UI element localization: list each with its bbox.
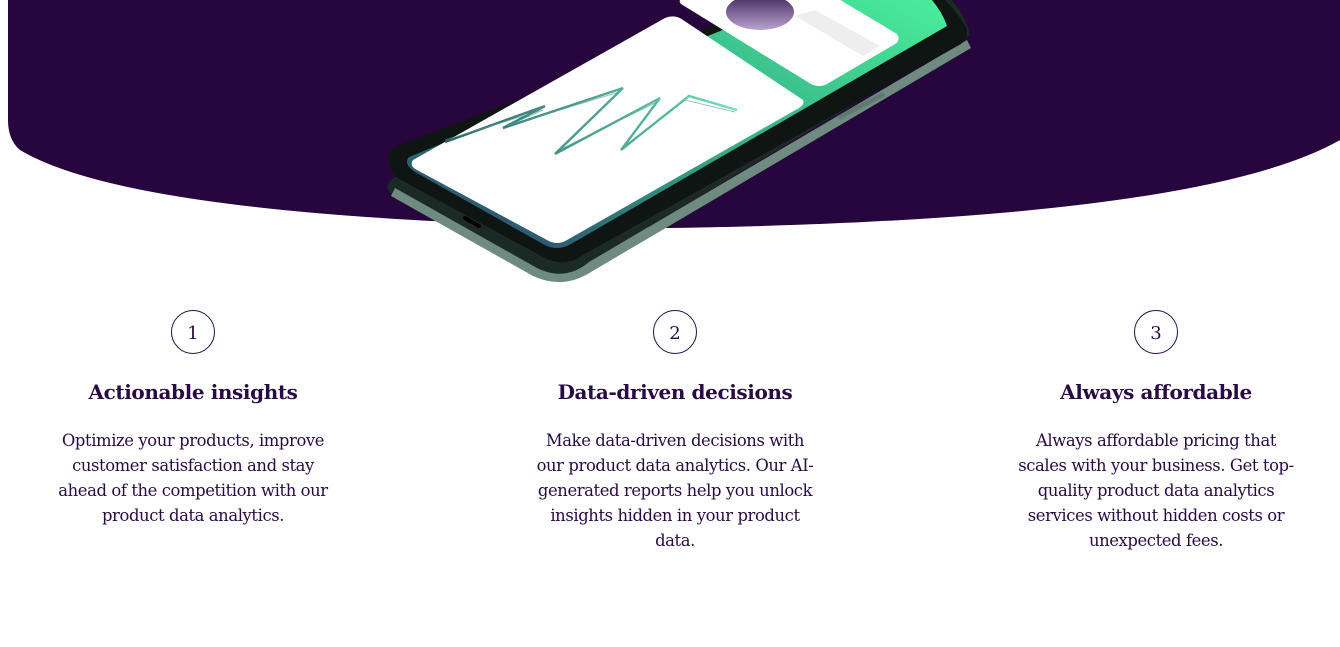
- feature-card: 3 Always affordable Always affordable pr…: [1006, 308, 1306, 553]
- step-number-badge: 3: [1134, 310, 1178, 354]
- feature-description: Optimize your products, improve customer…: [58, 431, 328, 525]
- features-section: 1 Actionable insights Optimize your prod…: [0, 308, 1340, 608]
- phone-illustration: [387, 0, 971, 283]
- feature-card: 1 Actionable insights Optimize your prod…: [43, 308, 343, 528]
- feature-card: 2 Data-driven decisions Make data-driven…: [525, 308, 825, 553]
- feature-description: Always affordable pricing that scales wi…: [1018, 431, 1294, 550]
- feature-title: Always affordable: [1060, 380, 1252, 404]
- step-number-badge: 2: [653, 310, 697, 354]
- page: 1 Actionable insights Optimize your prod…: [0, 0, 1340, 647]
- feature-title: Data-driven decisions: [557, 380, 793, 404]
- step-number-badge: 1: [171, 310, 215, 354]
- feature-description: Make data-driven decisions with our prod…: [536, 431, 814, 550]
- feature-title: Actionable insights: [88, 380, 298, 404]
